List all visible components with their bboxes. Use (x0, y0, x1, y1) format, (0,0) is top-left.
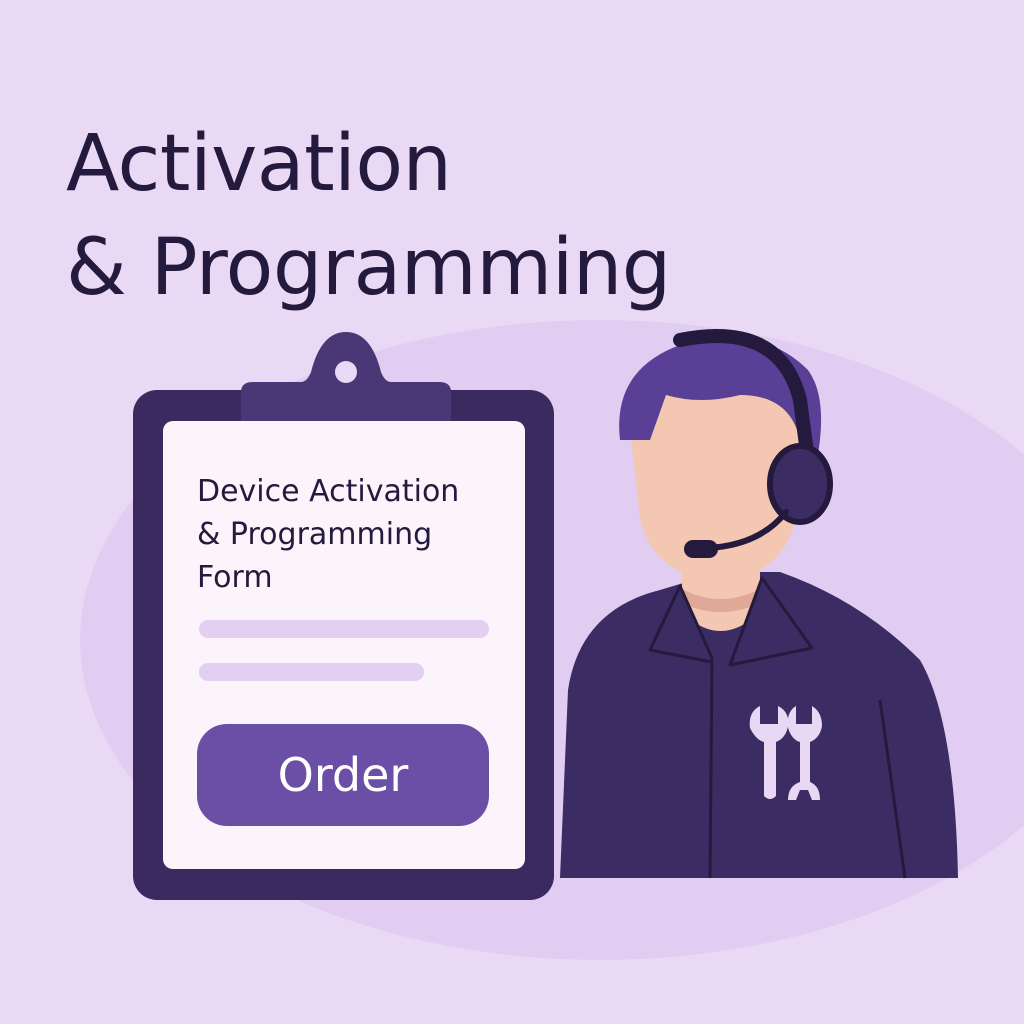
form-field-1[interactable] (199, 620, 489, 638)
form-title: Device Activation & Programming Form (197, 470, 527, 599)
order-button[interactable]: Order (197, 724, 489, 826)
form-field-2[interactable] (199, 663, 424, 681)
clipboard-form: Device Activation & Programming Form Ord… (133, 332, 554, 900)
headset-mic (684, 540, 718, 558)
illustration: Activation & Programming Device Activati… (0, 0, 1024, 1024)
form-title-line-1: Device Activation (197, 474, 460, 509)
form-title-line-3: Form (197, 560, 273, 595)
headset-earcup (767, 443, 833, 525)
form-title-line-2: & Programming (197, 517, 433, 552)
